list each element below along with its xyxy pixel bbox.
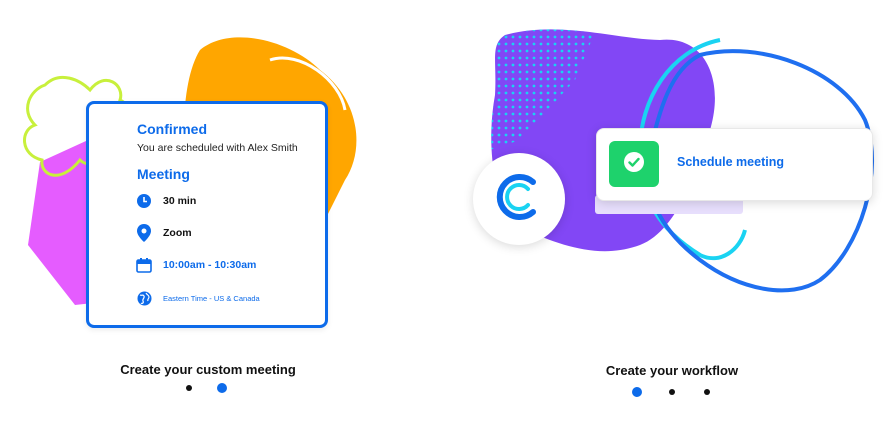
- right-caption: Create your workflow: [605, 363, 739, 378]
- pagination-dot-1-active[interactable]: [632, 387, 642, 397]
- checkmark-icon: [623, 151, 645, 178]
- pagination-dot-2[interactable]: [669, 389, 675, 395]
- pagination-dot-3[interactable]: [704, 389, 710, 395]
- right-decorative-shapes: [491, 29, 874, 293]
- calendly-logo-icon: [490, 168, 548, 231]
- schedule-meeting-label: Schedule meeting: [677, 155, 784, 169]
- schedule-meeting-card[interactable]: Schedule meeting: [596, 128, 873, 201]
- checkmark-badge: [609, 141, 659, 187]
- calendly-logo-badge: [473, 153, 565, 245]
